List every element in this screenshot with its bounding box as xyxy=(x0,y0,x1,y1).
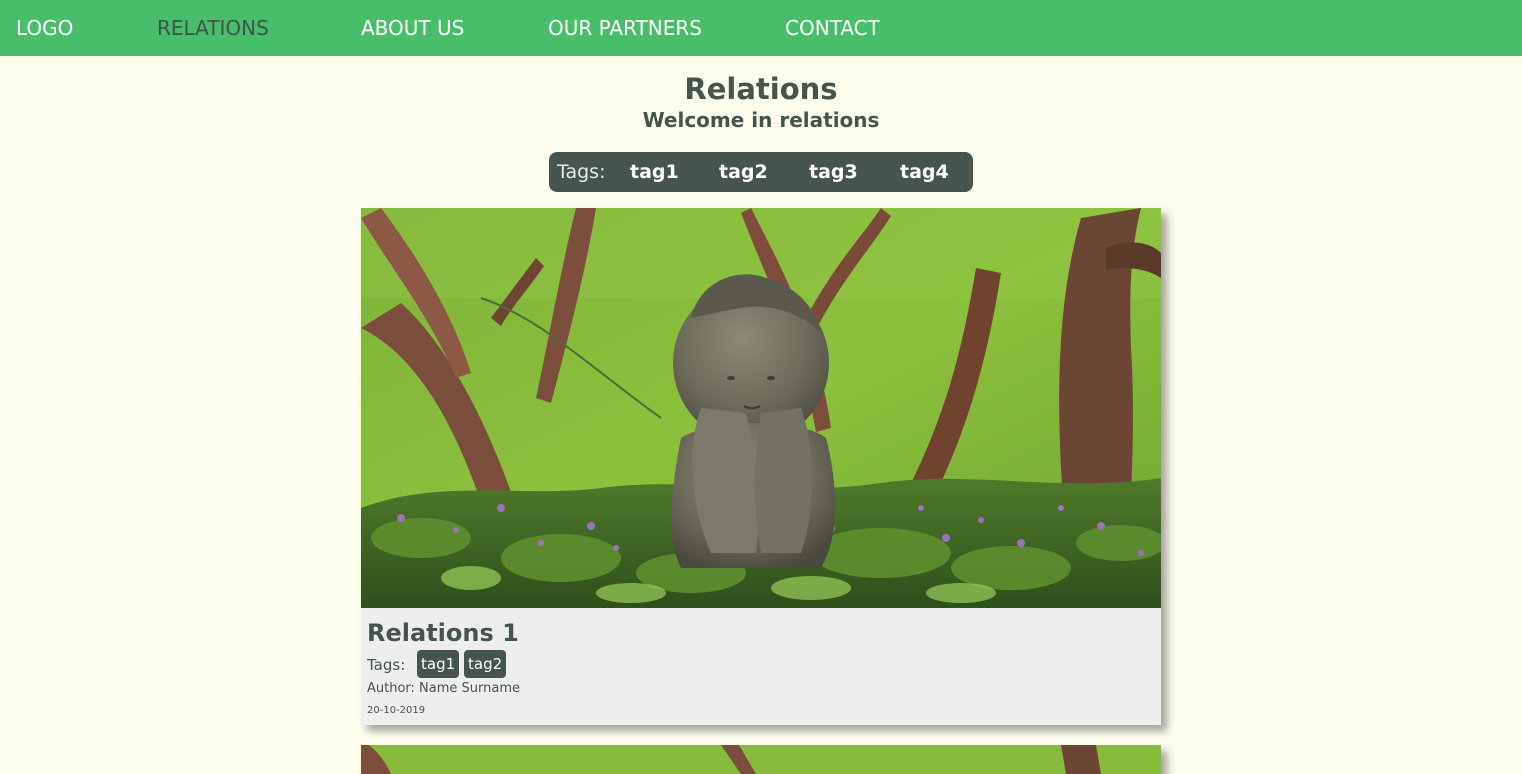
card-title[interactable]: Relations 1 xyxy=(367,618,519,648)
card-tags-label: Tags: xyxy=(367,656,406,674)
main-navbar: LOGO RELATIONS ABOUT US OUR PARTNERS CON… xyxy=(0,0,1522,56)
tag-filter-label: Tags: xyxy=(557,161,606,183)
tag-filter-tag4[interactable]: tag4 xyxy=(900,161,949,183)
nav-item-contact[interactable]: CONTACT xyxy=(785,16,880,40)
nav-logo[interactable]: LOGO xyxy=(16,16,73,40)
tag-filter-tag3[interactable]: tag3 xyxy=(809,161,858,183)
relation-card[interactable]: Relations 1 Tags: tag1 tag2 Author: Name… xyxy=(361,208,1161,725)
nav-item-about-us[interactable]: ABOUT US xyxy=(361,16,464,40)
nav-item-relations[interactable]: RELATIONS xyxy=(157,16,269,40)
relation-card-next[interactable] xyxy=(361,745,1161,774)
page-title: Relations xyxy=(684,72,838,106)
card-date: 20-10-2019 xyxy=(367,705,426,716)
card-tag-tag1[interactable]: tag1 xyxy=(417,650,460,678)
card-author: Author: Name Surname xyxy=(367,681,521,696)
page-subtitle: Welcome in relations xyxy=(642,108,880,132)
tag-filter-tag2[interactable]: tag2 xyxy=(719,161,768,183)
card-image-partial[interactable] xyxy=(361,745,1161,774)
card-tag-tag2[interactable]: tag2 xyxy=(464,650,507,678)
tag-filter-bar: Tags: tag1 tag2 tag3 tag4 xyxy=(549,152,973,192)
tag-filter-tag1[interactable]: tag1 xyxy=(630,161,679,183)
nav-item-our-partners[interactable]: OUR PARTNERS xyxy=(548,16,702,40)
card-image-garden-statue[interactable] xyxy=(361,208,1161,608)
